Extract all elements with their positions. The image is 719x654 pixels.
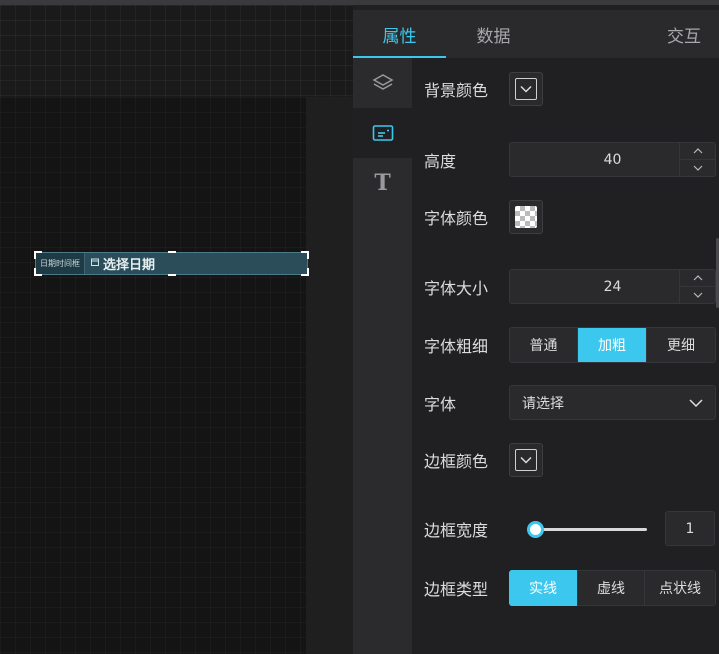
row-background-color: 背景颜色	[412, 72, 719, 106]
tab-properties[interactable]: 属性	[353, 10, 446, 58]
border-width-label: 边框宽度	[424, 520, 489, 540]
row-height: 高度 40	[412, 142, 719, 177]
border-type-dashed[interactable]: 虚线	[578, 570, 645, 606]
increment-button[interactable]	[680, 143, 715, 159]
row-font-color: 字体颜色	[412, 200, 719, 234]
resize-handle-top-right[interactable]	[301, 251, 309, 259]
increment-button[interactable]	[680, 270, 715, 286]
font-family-select[interactable]: 请选择	[509, 385, 716, 420]
canvas-margin	[306, 97, 353, 654]
design-canvas[interactable]: 日期时间框 选择日期	[0, 0, 353, 654]
font-weight-segmented: 普通 加粗 更细	[509, 327, 716, 363]
tab-data[interactable]: 数据	[446, 10, 541, 58]
font-family-placeholder: 请选择	[522, 395, 564, 412]
font-size-stepper[interactable]	[679, 270, 715, 303]
row-font-weight: 字体粗细 普通 加粗 更细	[412, 327, 719, 363]
border-type-solid[interactable]: 实线	[509, 570, 578, 606]
border-color-picker[interactable]	[509, 443, 543, 477]
widget-placeholder-text: 选择日期	[103, 258, 156, 273]
font-weight-light[interactable]: 更细	[647, 328, 715, 362]
chevron-up-icon	[693, 275, 702, 281]
property-panel: 属性 数据 交互 T 背景颜色 高度 40 字体颜色 字体大小 24 字体粗细 …	[353, 0, 719, 654]
border-color-label: 边框颜色	[424, 452, 489, 471]
chevron-up-icon	[693, 148, 702, 154]
layers-icon	[371, 74, 394, 90]
text-icon: T	[374, 170, 391, 196]
slider-track[interactable]	[533, 527, 647, 531]
font-color-picker[interactable]	[509, 200, 543, 234]
row-border-type: 边框类型 实线 虚线 点状线	[412, 570, 719, 606]
panel-sidebar: T	[353, 58, 412, 654]
height-value: 40	[603, 151, 622, 168]
bg-color-picker[interactable]	[509, 72, 543, 106]
resize-handle-top-left[interactable]	[34, 251, 42, 259]
font-family-label: 字体	[424, 394, 457, 414]
artboard[interactable]	[0, 97, 306, 654]
chevron-down-icon	[520, 456, 532, 464]
height-label: 高度	[424, 151, 457, 171]
component-card-icon	[372, 125, 393, 141]
border-type-dotted[interactable]: 点状线	[645, 570, 716, 606]
panel-tabs: 属性 数据 交互	[353, 10, 719, 58]
resize-handle-top-middle[interactable]	[168, 251, 176, 253]
chevron-down-icon	[693, 165, 702, 171]
sidebar-item-text[interactable]: T	[353, 158, 412, 208]
border-width-input[interactable]: 1	[665, 511, 715, 546]
font-weight-bold[interactable]: 加粗	[578, 328, 647, 362]
chevron-down-icon	[689, 398, 703, 407]
row-font-family: 字体 请选择	[412, 385, 719, 420]
font-color-label: 字体颜色	[424, 209, 489, 228]
tab-interaction[interactable]: 交互	[541, 10, 719, 58]
date-picker-widget[interactable]: 日期时间框 选择日期	[34, 251, 309, 276]
slider-thumb[interactable]	[527, 520, 544, 538]
border-width-slider[interactable]	[527, 519, 647, 539]
properties-form: 背景颜色 高度 40 字体颜色 字体大小 24 字体粗细 普通 加粗 更细 字体…	[412, 58, 719, 654]
font-size-input[interactable]: 24	[509, 269, 716, 304]
decrement-button[interactable]	[680, 286, 715, 303]
font-weight-normal[interactable]: 普通	[510, 328, 578, 362]
border-type-segmented: 实线 虚线 点状线	[509, 570, 716, 606]
resize-handle-bottom-middle[interactable]	[168, 274, 176, 276]
transparent-swatch	[515, 206, 537, 228]
bg-color-label: 背景颜色	[424, 81, 489, 100]
height-stepper[interactable]	[679, 143, 715, 176]
border-type-label: 边框类型	[424, 580, 489, 599]
bg-color-swatch	[515, 78, 537, 100]
chevron-down-icon	[520, 85, 532, 93]
widget-type-tag: 日期时间框	[36, 253, 85, 274]
sidebar-item-component[interactable]	[353, 108, 412, 158]
font-weight-label: 字体粗细	[424, 337, 489, 356]
chevron-down-icon	[693, 292, 702, 298]
height-input[interactable]: 40	[509, 142, 716, 177]
resize-handle-bottom-right[interactable]	[301, 268, 309, 276]
font-size-value: 24	[603, 278, 622, 295]
row-font-size: 字体大小 24	[412, 269, 719, 304]
sidebar-item-layers[interactable]	[353, 58, 412, 108]
calendar-icon	[91, 258, 99, 269]
decrement-button[interactable]	[680, 159, 715, 176]
border-color-swatch	[515, 449, 537, 471]
resize-handle-bottom-left[interactable]	[34, 268, 42, 276]
row-border-color: 边框颜色	[412, 443, 719, 477]
row-border-width: 边框宽度 1	[412, 511, 719, 546]
app-root: 日期时间框 选择日期 属性 数据 交互 T 背景颜色 高度 40 字体颜色 字体…	[0, 0, 719, 654]
font-size-label: 字体大小	[424, 278, 489, 298]
